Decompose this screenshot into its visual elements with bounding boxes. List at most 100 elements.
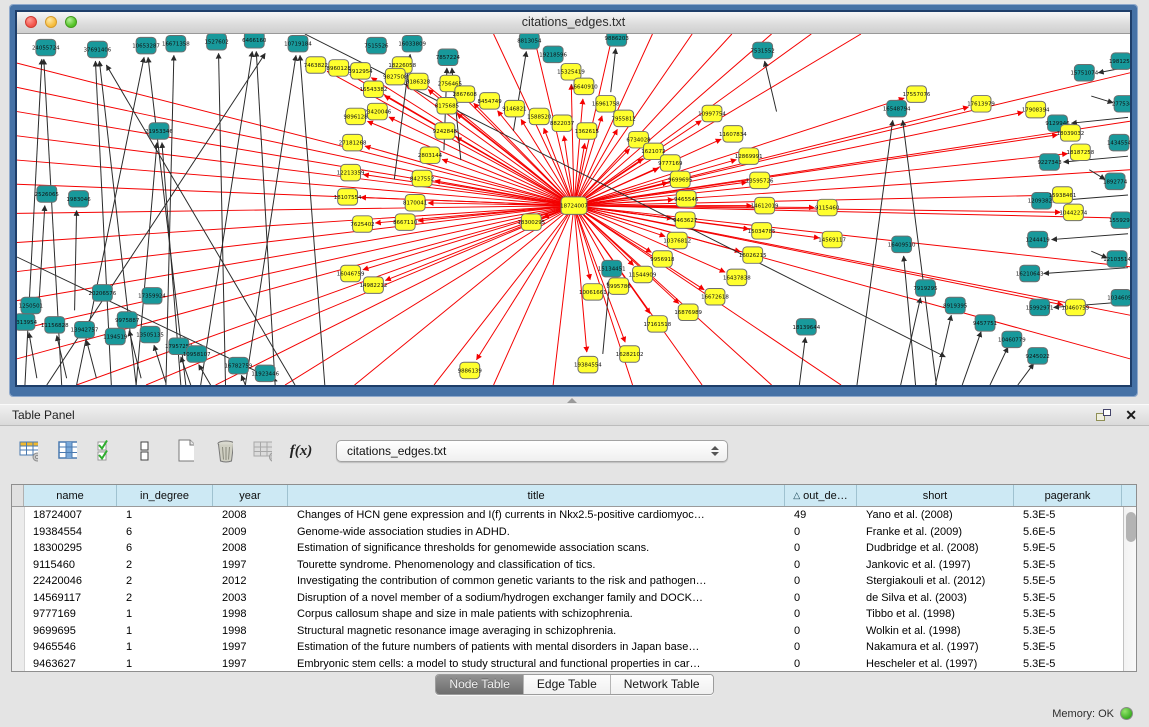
column-header-short[interactable]: short [857, 485, 1014, 506]
network-node-teal[interactable]: 6466160 [242, 34, 267, 48]
network-node-teal[interactable]: 21953346 [145, 123, 173, 139]
network-node-yellow[interactable]: 17613979 [967, 96, 995, 112]
citation-edge-black[interactable] [1052, 234, 1128, 240]
citation-edge-black[interactable] [219, 53, 226, 385]
network-node-yellow[interactable]: 3912954 [348, 63, 373, 79]
close-window-button[interactable] [25, 16, 37, 28]
network-node-teal[interactable]: 17359924 [138, 288, 166, 304]
citation-edge-black[interactable] [1091, 96, 1113, 103]
network-node-teal[interactable]: 16782759 [225, 357, 253, 373]
network-node-teal[interactable]: 15992971 [1026, 299, 1054, 315]
table-row[interactable]: 1830029562008Estimation of significance … [12, 540, 1123, 557]
network-node-teal[interactable]: 2526065 [35, 186, 59, 202]
function-builder-icon[interactable]: f(x) [285, 435, 317, 467]
network-window-titlebar[interactable]: citations_edges.txt [17, 12, 1130, 34]
network-node-teal[interactable]: 10958107 [183, 346, 211, 362]
network-node-teal[interactable]: 1250501 [19, 297, 43, 313]
network-node-teal[interactable]: 37691406 [84, 41, 112, 57]
network-node-yellow[interactable]: 9886139 [458, 362, 483, 378]
citation-edge-black[interactable] [241, 375, 245, 385]
network-node-yellow[interactable]: 9463627 [673, 212, 697, 228]
network-node-teal[interactable]: 18139644 [792, 319, 820, 335]
column-header-in_degree[interactable]: in_degree [117, 485, 213, 506]
network-node-yellow[interactable]: 7625402 [350, 216, 374, 232]
network-node-yellow[interactable]: 16672618 [701, 289, 729, 305]
table-settings-icon[interactable] [12, 435, 44, 467]
network-node-yellow[interactable]: 8170041 [403, 194, 427, 210]
table-row[interactable]: 969969511998Structural magnetic resonanc… [12, 623, 1123, 640]
network-node-teal[interactable]: 8919395 [943, 297, 967, 313]
network-node-teal[interactable]: 1194519 [103, 328, 128, 344]
network-node-teal[interactable]: 1434554 [1107, 134, 1130, 150]
citation-edge-black[interactable] [300, 55, 325, 385]
citation-edge-red[interactable] [216, 206, 574, 385]
network-node-teal[interactable]: 1983046 [66, 191, 91, 207]
network-node-yellow[interactable]: 18724007 [560, 197, 588, 214]
citation-edge-black[interactable] [75, 210, 77, 310]
network-node-teal[interactable]: 9245022 [1026, 348, 1050, 364]
tab-node-table[interactable]: Node Table [436, 675, 524, 694]
citation-edge-red[interactable] [17, 206, 574, 359]
select-columns-icon[interactable] [51, 435, 83, 467]
network-node-yellow[interactable]: 2803144 [418, 147, 443, 163]
citation-edge-red[interactable] [17, 206, 574, 214]
column-header-year[interactable]: year [213, 485, 288, 506]
network-node-yellow[interactable]: 9777169 [658, 155, 683, 171]
network-node-yellow[interactable]: 23420046 [364, 103, 392, 119]
network-node-yellow[interactable]: 10442274 [1060, 204, 1088, 220]
network-node-yellow[interactable]: 8667110 [393, 214, 418, 230]
citation-edge-red[interactable] [574, 73, 1130, 206]
network-node-yellow[interactable]: 14982212 [360, 277, 388, 293]
delete-table-disabled-icon[interactable] [246, 435, 278, 467]
table-row[interactable]: 977716911998Corpus callosum shape and si… [12, 606, 1123, 623]
table-row[interactable]: 1872400712008Changes of HCN gene express… [12, 507, 1123, 524]
network-node-teal[interactable]: 13505135 [136, 326, 164, 342]
table-row[interactable]: 946362711997Embryonic stem cells: a mode… [12, 656, 1123, 672]
column-header-title[interactable]: title [288, 485, 785, 506]
citation-edge-black[interactable] [25, 59, 42, 385]
network-node-teal[interactable]: 12103514 [1103, 251, 1130, 267]
network-node-yellow[interactable]: 16046759 [337, 265, 365, 281]
network-node-yellow[interactable]: 8454749 [477, 93, 502, 109]
table-selector-dropdown[interactable]: citations_edges.txt [336, 440, 728, 462]
network-node-teal[interactable]: 13942757 [71, 321, 99, 337]
network-node-teal[interactable]: 1244419 [1026, 231, 1051, 247]
scrollbar-thumb[interactable] [1126, 512, 1136, 542]
delete-trash-icon[interactable] [207, 435, 239, 467]
vertical-scrollbar[interactable] [1123, 507, 1136, 671]
network-node-teal[interactable]: 11923446 [251, 365, 279, 381]
network-node-yellow[interactable]: 14569117 [818, 231, 846, 247]
network-node-yellow[interactable]: 16026215 [739, 247, 767, 263]
network-node-yellow[interactable]: 9465546 [674, 191, 699, 207]
network-node-teal[interactable]: 8813054 [517, 34, 542, 49]
network-node-yellow[interactable]: 18039032 [1057, 125, 1085, 141]
network-node-yellow[interactable]: 11544909 [629, 266, 657, 282]
network-node-yellow[interactable]: 18107554 [334, 189, 362, 205]
network-node-teal[interactable]: 9227343 [1037, 154, 1061, 170]
network-node-teal[interactable]: 9457751 [973, 315, 997, 331]
tab-edge-table[interactable]: Edge Table [524, 675, 611, 694]
citation-edge-red[interactable] [442, 159, 574, 205]
citation-edge-black[interactable] [1044, 268, 1128, 274]
network-node-teal[interactable]: 10653287 [132, 37, 160, 53]
zoom-window-button[interactable] [65, 16, 77, 28]
table-row[interactable]: 911546021997Tourette syndrome. Phenomeno… [12, 557, 1123, 574]
network-node-yellow[interactable]: 8186328 [406, 73, 431, 89]
network-node-yellow[interactable]: 19384554 [574, 356, 602, 372]
row-height-icon[interactable] [129, 435, 161, 467]
citation-edge-red[interactable] [553, 206, 574, 385]
table-row[interactable]: 946554611997Estimation of the future num… [12, 639, 1123, 656]
citation-edge-red[interactable] [574, 34, 811, 206]
citation-network-graph[interactable]: 2405572437691406106532871667135815276026… [17, 34, 1130, 385]
network-node-teal[interactable]: 16210643 [1016, 265, 1044, 281]
citation-edge-black[interactable] [990, 347, 1008, 385]
network-node-teal[interactable]: 7919295 [913, 280, 937, 296]
table-row[interactable]: 2242004622012Investigating the contribut… [12, 573, 1123, 590]
citation-edge-black[interactable] [44, 59, 62, 385]
network-node-teal[interactable]: 16033809 [398, 35, 426, 51]
network-node-yellow[interactable]: 8427552 [410, 170, 434, 186]
network-node-yellow[interactable]: 12869991 [735, 148, 763, 164]
tab-network-table[interactable]: Network Table [611, 675, 713, 694]
network-node-teal[interactable]: 1559295 [1109, 212, 1130, 228]
network-node-yellow[interactable]: 7463822 [304, 57, 328, 73]
